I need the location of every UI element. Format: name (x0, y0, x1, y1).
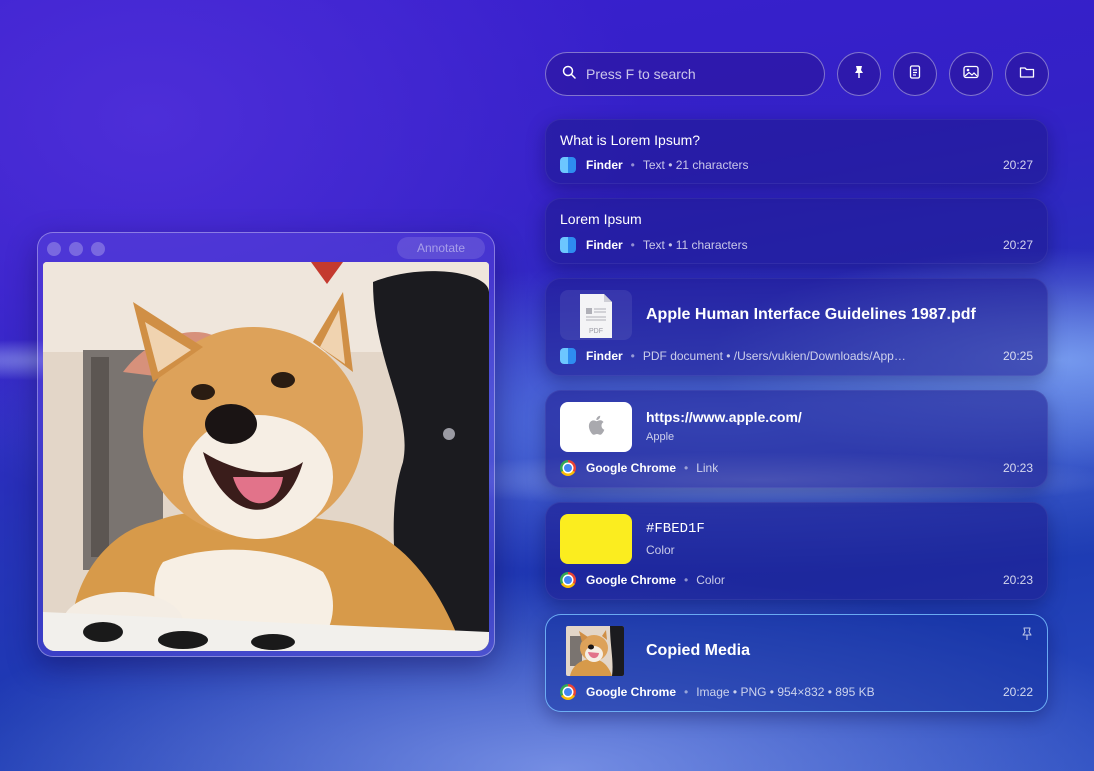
search-bar[interactable] (545, 52, 825, 96)
source-app: Finder (586, 238, 623, 252)
pin-icon (852, 65, 866, 84)
source-app: Finder (586, 349, 623, 363)
clip-time: 20:27 (1002, 238, 1033, 252)
pin-icon[interactable] (1021, 627, 1033, 646)
finder-icon (560, 348, 576, 364)
media-thumbnail (566, 626, 624, 676)
clip-meta: Link (696, 461, 719, 475)
clip-subtitle: Apple (646, 431, 675, 443)
source-app: Google Chrome (586, 461, 677, 475)
image-icon (963, 65, 979, 84)
source-app: Google Chrome (586, 685, 677, 699)
separator-dot: • (630, 158, 635, 172)
clip-item-file[interactable]: PDF Apple Human Interface Guidelines 198… (545, 278, 1048, 376)
clip-time: 20:22 (1002, 685, 1033, 699)
finder-icon (560, 157, 576, 173)
clip-time: 20:23 (1002, 461, 1033, 475)
document-icon (908, 64, 922, 84)
clip-time: 20:25 (1002, 349, 1033, 363)
clip-footer: Google Chrome • Color 20:23 (560, 571, 1033, 589)
color-swatch (560, 514, 632, 564)
clip-title: Lorem Ipsum (560, 211, 642, 227)
clip-title: What is Lorem Ipsum? (560, 132, 701, 148)
close-window-button[interactable] (47, 242, 61, 256)
file-thumbnail: PDF (560, 290, 632, 340)
text-filter-button[interactable] (893, 52, 937, 96)
source-app: Finder (586, 158, 623, 172)
zoom-window-button[interactable] (91, 242, 105, 256)
window-controls (47, 242, 105, 256)
chrome-icon (560, 460, 576, 476)
clip-item-media[interactable]: Copied Media Google Chrome • Image • PNG… (545, 614, 1048, 712)
clip-meta: Text • 21 characters (642, 158, 749, 172)
clip-title: Copied Media (646, 642, 751, 659)
images-filter-button[interactable] (949, 52, 993, 96)
files-filter-button[interactable] (1005, 52, 1049, 96)
clip-meta: Color (696, 573, 725, 587)
link-thumbnail (560, 402, 632, 452)
clip-footer: Finder • Text • 11 characters 20:27 (560, 236, 1033, 254)
separator-dot: • (684, 685, 689, 699)
chrome-icon (560, 684, 576, 700)
clip-meta: PDF document • /Users/vukien/Downloads/A… (642, 349, 908, 363)
separator-dot: • (630, 349, 635, 363)
clip-item-text[interactable]: Lorem Ipsum Finder • Text • 11 character… (545, 198, 1048, 264)
annotate-button[interactable]: Annotate (397, 237, 485, 259)
clip-time: 20:27 (1002, 158, 1033, 172)
clip-footer: Google Chrome • Image • PNG • 954×832 • … (560, 683, 1033, 701)
clip-subtitle: Color (646, 543, 675, 557)
clip-footer: Finder • Text • 21 characters 20:27 (560, 156, 1033, 174)
separator-dot: • (684, 573, 689, 587)
clip-item-link[interactable]: https://www.apple.com/ Apple Google Chro… (545, 390, 1048, 488)
clip-item-text[interactable]: What is Lorem Ipsum? Finder • Text • 21 … (545, 119, 1048, 184)
clip-item-color[interactable]: #FBED1F Color Google Chrome • Color 20:2… (545, 502, 1048, 600)
clip-time: 20:23 (1002, 573, 1033, 587)
minimize-window-button[interactable] (69, 242, 83, 256)
finder-icon (560, 237, 576, 253)
source-app: Google Chrome (586, 573, 677, 587)
clip-title: #FBED1F (646, 521, 705, 537)
image-preview-window[interactable]: Annotate (37, 232, 495, 657)
clip-meta: Text • 11 characters (642, 238, 748, 252)
clip-footer: Google Chrome • Link 20:23 (560, 459, 1033, 477)
pinned-filter-button[interactable] (837, 52, 881, 96)
separator-dot: • (684, 461, 689, 475)
folder-icon (1019, 65, 1035, 84)
clip-meta: Image • PNG • 954×832 • 895 KB (696, 685, 875, 699)
search-icon (562, 65, 576, 84)
chrome-icon (560, 572, 576, 588)
pdf-label: PDF (589, 328, 603, 335)
clip-title: https://www.apple.com/ (646, 409, 802, 425)
clip-title: Apple Human Interface Guidelines 1987.pd… (646, 306, 976, 323)
separator-dot: • (630, 238, 635, 252)
clip-footer: Finder • PDF document • /Users/vukien/Do… (560, 347, 1033, 365)
apple-logo-icon (587, 415, 605, 440)
search-input[interactable] (586, 66, 806, 82)
preview-image (43, 262, 489, 651)
